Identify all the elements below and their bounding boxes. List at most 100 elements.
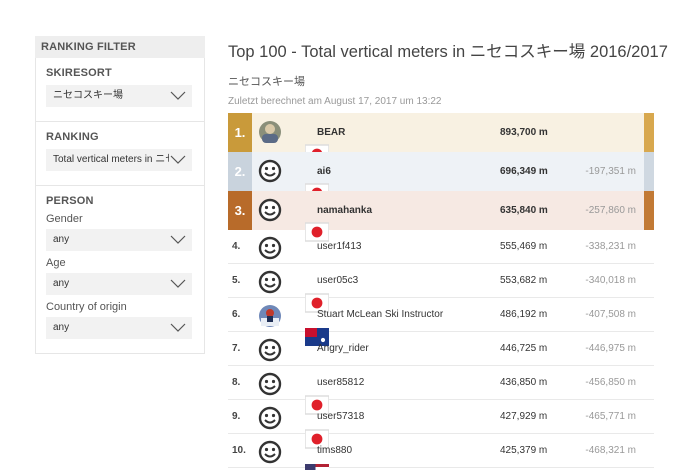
- age-select-value: any: [53, 278, 70, 289]
- rank-endbar: [644, 152, 654, 191]
- user-name[interactable]: tims880: [317, 434, 352, 468]
- smiley-icon: [258, 270, 282, 294]
- vertical-meters: 696,349 m: [500, 166, 548, 177]
- user-name[interactable]: user85812: [317, 366, 364, 400]
- ranking-list: 1. BEAR 893,700 m 2. ai6 696,349 m -197,…: [228, 113, 654, 470]
- ranking-row[interactable]: 8. user85812 436,850 m -456,850 m: [228, 366, 654, 415]
- meters-difference: -338,231 m: [585, 241, 636, 252]
- smiley-icon: [258, 338, 282, 362]
- rank-number: 10.: [232, 445, 246, 456]
- user-name[interactable]: Angry_rider: [317, 332, 369, 366]
- ranking-section: RANKING Total vertical meters in ニセコスキー場: [35, 122, 205, 186]
- smiley-icon: [258, 440, 282, 464]
- person-label: PERSON: [46, 195, 94, 207]
- rank-badge: 1.: [228, 113, 252, 152]
- rank-endbar: [644, 113, 654, 152]
- user-name[interactable]: user05c3: [317, 264, 358, 298]
- ranking-filter-title: RANKING FILTER: [35, 36, 205, 58]
- country-select[interactable]: any: [46, 317, 192, 339]
- gender-select-value: any: [53, 234, 70, 245]
- user-avatar[interactable]: [258, 304, 329, 346]
- user-name[interactable]: user1f413: [317, 230, 361, 264]
- skiresort-label: SKIRESORT: [46, 67, 112, 79]
- chevron-down-icon: [170, 91, 186, 100]
- vertical-meters: 555,469 m: [500, 241, 548, 252]
- meters-difference: -465,771 m: [585, 411, 636, 422]
- vertical-meters: 893,700 m: [500, 127, 548, 138]
- user-avatar[interactable]: [258, 372, 329, 415]
- photo-avatar-icon: [259, 305, 281, 327]
- rank-number: 9.: [232, 411, 241, 422]
- rank-endbar: [644, 191, 654, 230]
- ranking-row[interactable]: 7. Angry_rider 446,725 m -446,975 m: [228, 332, 654, 366]
- ranking-row[interactable]: 9. user57318 427,929 m -465,771 m: [228, 400, 654, 449]
- vertical-meters: 436,850 m: [500, 377, 548, 388]
- smiley-icon: [258, 198, 282, 222]
- smiley-icon: [258, 372, 282, 396]
- ranking-row[interactable]: 3. namahanka 635,840 m -257,860 m: [228, 191, 654, 242]
- skiresort-select[interactable]: ニセコスキー場: [46, 85, 192, 107]
- country-label: Country of origin: [46, 301, 127, 313]
- resort-subtitle: ニセコスキー場: [228, 76, 305, 88]
- last-calculated-timestamp: Zuletzt berechnet am August 17, 2017 um …: [228, 96, 442, 107]
- user-avatar[interactable]: [258, 198, 329, 242]
- vertical-meters: 425,379 m: [500, 445, 548, 456]
- ranking-row[interactable]: 5. user05c3 553,682 m -340,018 m: [228, 264, 654, 313]
- country-select-value: any: [53, 322, 70, 333]
- chevron-down-icon: [170, 235, 186, 244]
- chevron-down-icon: [170, 323, 186, 332]
- rank-number: 7.: [232, 343, 241, 354]
- user-avatar[interactable]: [258, 440, 329, 470]
- meters-difference: -468,321 m: [585, 445, 636, 456]
- person-section: PERSON Gender any Age any Country of ori…: [35, 186, 205, 354]
- age-label: Age: [46, 257, 66, 269]
- ranking-label: RANKING: [46, 131, 99, 143]
- ranking-header: Top 100 - Total vertical meters in ニセコスキ…: [228, 38, 668, 107]
- user-name[interactable]: Stuart McLean Ski Instructor: [317, 298, 443, 332]
- age-select[interactable]: any: [46, 273, 192, 295]
- user-name[interactable]: BEAR: [317, 113, 345, 152]
- vertical-meters: 553,682 m: [500, 275, 548, 286]
- ranking-row[interactable]: 6. Stuart McLean Ski Instructor 486,192 …: [228, 298, 654, 346]
- ranking-row[interactable]: 10. tims880 425,379 m -468,321 m: [228, 434, 654, 470]
- user-avatar[interactable]: [258, 159, 329, 203]
- ranking-row[interactable]: 1. BEAR 893,700 m: [228, 113, 654, 164]
- user-avatar[interactable]: [258, 120, 329, 164]
- rank-number: 4.: [232, 241, 241, 252]
- ranking-select-value: Total vertical meters in ニセコスキー場: [53, 154, 169, 165]
- ranking-row[interactable]: 4. user1f413 555,469 m -338,231 m: [228, 230, 654, 264]
- gender-select[interactable]: any: [46, 229, 192, 251]
- meters-difference: -257,860 m: [585, 205, 636, 216]
- meters-difference: -340,018 m: [585, 275, 636, 286]
- user-avatar[interactable]: [258, 338, 282, 362]
- user-name[interactable]: ai6: [317, 152, 331, 191]
- ranking-select[interactable]: Total vertical meters in ニセコスキー場: [46, 149, 192, 171]
- rank-number: 5.: [232, 275, 241, 286]
- meters-difference: -446,975 m: [585, 343, 636, 354]
- chevron-down-icon: [170, 279, 186, 288]
- rank-badge: 3.: [228, 191, 252, 230]
- meters-difference: -197,351 m: [585, 166, 636, 177]
- user-avatar[interactable]: [258, 236, 282, 260]
- gender-label: Gender: [46, 213, 83, 225]
- user-avatar[interactable]: [258, 406, 329, 449]
- rank-number: 6.: [232, 309, 241, 320]
- photo-avatar-icon: [259, 121, 281, 143]
- smiley-icon: [258, 236, 282, 260]
- user-name[interactable]: namahanka: [317, 191, 372, 230]
- user-name[interactable]: user57318: [317, 400, 364, 434]
- ranking-row[interactable]: 2. ai6 696,349 m -197,351 m: [228, 152, 654, 203]
- skiresort-select-value: ニセコスキー場: [53, 90, 123, 101]
- vertical-meters: 446,725 m: [500, 343, 548, 354]
- vertical-meters: 635,840 m: [500, 205, 548, 216]
- smiley-icon: [258, 159, 282, 183]
- meters-difference: -456,850 m: [585, 377, 636, 388]
- meters-difference: -407,508 m: [585, 309, 636, 320]
- skiresort-section: SKIRESORT ニセコスキー場: [35, 58, 205, 122]
- vertical-meters: 486,192 m: [500, 309, 548, 320]
- smiley-icon: [258, 406, 282, 430]
- chevron-down-icon: [170, 155, 186, 164]
- rank-number: 8.: [232, 377, 241, 388]
- ranking-filter-panel: RANKING FILTER SKIRESORT ニセコスキー場 RANKING…: [35, 36, 205, 354]
- user-avatar[interactable]: [258, 270, 329, 313]
